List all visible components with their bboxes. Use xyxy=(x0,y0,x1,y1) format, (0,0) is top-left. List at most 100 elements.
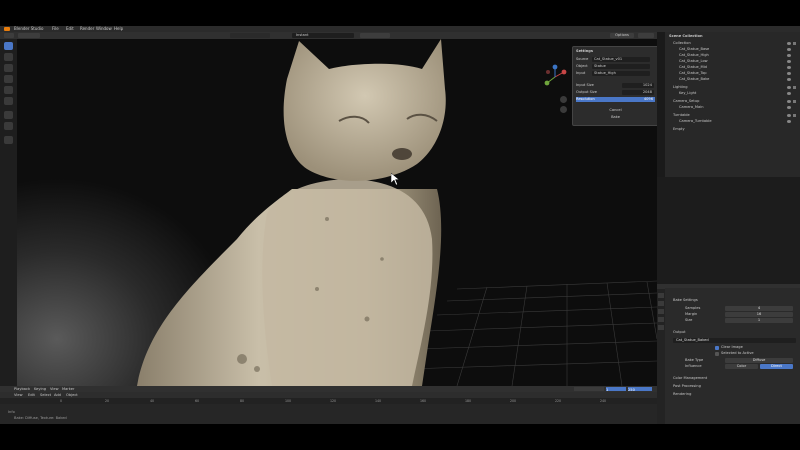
cat-nose xyxy=(392,148,412,160)
outliner-item[interactable]: Camera_Setup xyxy=(673,99,699,104)
visibility-eye-icon[interactable] xyxy=(787,92,791,95)
render-camera-icon[interactable] xyxy=(793,42,796,45)
frame-tick: 20 xyxy=(105,399,110,403)
outliner-item[interactable]: Collection xyxy=(673,41,691,46)
checkbox-icon[interactable] xyxy=(715,346,719,350)
outliner-item[interactable]: Key_Light xyxy=(679,91,696,96)
section-header[interactable]: Output xyxy=(673,330,685,335)
checkbox-icon[interactable] xyxy=(715,352,719,356)
add-cube-tool-icon[interactable] xyxy=(4,136,13,144)
visibility-eye-icon[interactable] xyxy=(787,106,791,109)
frame-start-field[interactable]: 1 xyxy=(606,387,626,392)
visibility-eye-icon[interactable] xyxy=(787,54,791,57)
visibility-eye-icon[interactable] xyxy=(787,66,791,69)
letterbox-top xyxy=(0,0,800,26)
editor-type-button[interactable] xyxy=(4,33,14,38)
navigation-gizmo-icon[interactable] xyxy=(542,64,568,90)
shading-buttons[interactable] xyxy=(638,33,654,38)
outliner-item[interactable]: Empty xyxy=(673,127,685,132)
render-tab-icon[interactable] xyxy=(658,293,664,298)
input-field[interactable]: Statue_High xyxy=(592,71,650,76)
output-name-field[interactable]: Cat_Statue_Baked xyxy=(673,338,796,343)
popup-row: Output Size 2048 xyxy=(576,90,655,95)
visibility-eye-icon[interactable] xyxy=(787,114,791,117)
bake-button[interactable]: Bake xyxy=(576,115,655,120)
frame-tick: 140 xyxy=(375,399,382,403)
frame-ruler[interactable]: 0 20 40 60 80 100 120 140 160 180 200 22… xyxy=(0,398,657,404)
pan-icon[interactable] xyxy=(560,106,567,113)
render-camera-icon[interactable] xyxy=(793,86,796,89)
visibility-eye-icon[interactable] xyxy=(787,86,791,89)
visibility-eye-icon[interactable] xyxy=(787,72,791,75)
frame-end-field[interactable]: 250 xyxy=(628,387,652,392)
outliner-item[interactable]: Camera_Turntable xyxy=(679,119,712,124)
size-field[interactable]: 1 xyxy=(725,318,793,323)
object-tab-icon[interactable] xyxy=(658,325,664,330)
overlay-buttons[interactable] xyxy=(360,33,390,38)
3d-viewport[interactable] xyxy=(17,39,657,386)
outliner-item[interactable]: Cat_Statue_Low xyxy=(679,59,708,64)
search-input[interactable]: Instant xyxy=(292,33,354,38)
outliner-item[interactable]: Cat_Statue_High xyxy=(679,53,709,58)
visibility-eye-icon[interactable] xyxy=(787,48,791,51)
visibility-eye-icon[interactable] xyxy=(787,100,791,103)
popup-row: Input Statue_High xyxy=(576,71,655,76)
outliner-item[interactable]: Camera_Main xyxy=(679,105,703,110)
checkbox-label: Selected to Active xyxy=(721,351,754,355)
section-header[interactable]: Color Management xyxy=(673,376,707,381)
section-header[interactable]: Post Processing xyxy=(673,384,701,389)
scale-tool-icon[interactable] xyxy=(4,86,13,94)
info-log-line: Bake: Diffuse, Texture: Baked xyxy=(14,416,67,420)
popup-row-label: Input Size xyxy=(576,83,594,87)
select-tool-icon[interactable] xyxy=(4,42,13,50)
popup-row-label: Object xyxy=(576,64,588,68)
influence-direct-toggle[interactable]: Direct xyxy=(760,364,793,369)
frame-tick: 100 xyxy=(285,399,292,403)
playback-controls[interactable] xyxy=(574,387,604,391)
outliner-item[interactable]: Turntable xyxy=(673,113,690,118)
scene-tab-icon[interactable] xyxy=(658,309,664,314)
rotate-tool-icon[interactable] xyxy=(4,75,13,83)
frame-tick: 160 xyxy=(420,399,427,403)
options-dropdown[interactable]: Options xyxy=(610,33,634,38)
output-size-field[interactable]: 2048 xyxy=(622,90,654,95)
world-tab-icon[interactable] xyxy=(658,317,664,322)
source-field[interactable]: Cat_Statue_v01 xyxy=(592,57,650,62)
blender-logo-icon[interactable] xyxy=(4,27,10,31)
bake-type-dropdown[interactable]: Diffuse xyxy=(725,358,793,363)
mode-dropdown[interactable] xyxy=(18,33,40,38)
floor-grid xyxy=(406,280,657,386)
measure-tool-icon[interactable] xyxy=(4,122,13,130)
output-tab-icon[interactable] xyxy=(658,301,664,306)
visibility-eye-icon[interactable] xyxy=(787,60,791,63)
object-field[interactable]: Statue xyxy=(592,64,650,69)
zoom-icon[interactable] xyxy=(560,96,567,103)
popup-row-selected[interactable]: Resolution 4096 xyxy=(576,97,655,102)
outliner-item[interactable]: Cat_Statue_Base xyxy=(679,47,709,52)
section-header[interactable]: Rendering xyxy=(673,392,691,397)
render-camera-icon[interactable] xyxy=(793,114,796,117)
scene-render xyxy=(137,39,657,386)
visibility-eye-icon[interactable] xyxy=(787,42,791,45)
visibility-eye-icon[interactable] xyxy=(787,78,791,81)
render-camera-icon[interactable] xyxy=(793,100,796,103)
samples-field[interactable]: 4 xyxy=(725,306,793,311)
frame-tick: 60 xyxy=(195,399,200,403)
transform-tools[interactable] xyxy=(230,33,270,38)
move-tool-icon[interactable] xyxy=(4,64,13,72)
cancel-button[interactable]: Cancel xyxy=(576,108,655,113)
input-size-field[interactable]: 1024 xyxy=(622,83,654,88)
cursor-tool-icon[interactable] xyxy=(4,53,13,61)
outliner-item[interactable]: Lighting xyxy=(673,85,688,90)
field-label: Margin xyxy=(685,312,698,316)
influence-color-toggle[interactable]: Color xyxy=(725,364,758,369)
outliner-item[interactable]: Cat_Statue_Top xyxy=(679,71,707,76)
outliner-item[interactable]: Cat_Statue_Mid xyxy=(679,65,707,70)
annotate-tool-icon[interactable] xyxy=(4,111,13,119)
transform-tool-icon[interactable] xyxy=(4,97,13,105)
margin-field[interactable]: 16 xyxy=(725,312,793,317)
outliner-item[interactable]: Cat_Statue_Bake xyxy=(679,77,709,82)
frame-tick: 40 xyxy=(150,399,155,403)
visibility-eye-icon[interactable] xyxy=(787,120,791,123)
section-header[interactable]: Bake Settings xyxy=(673,298,698,303)
